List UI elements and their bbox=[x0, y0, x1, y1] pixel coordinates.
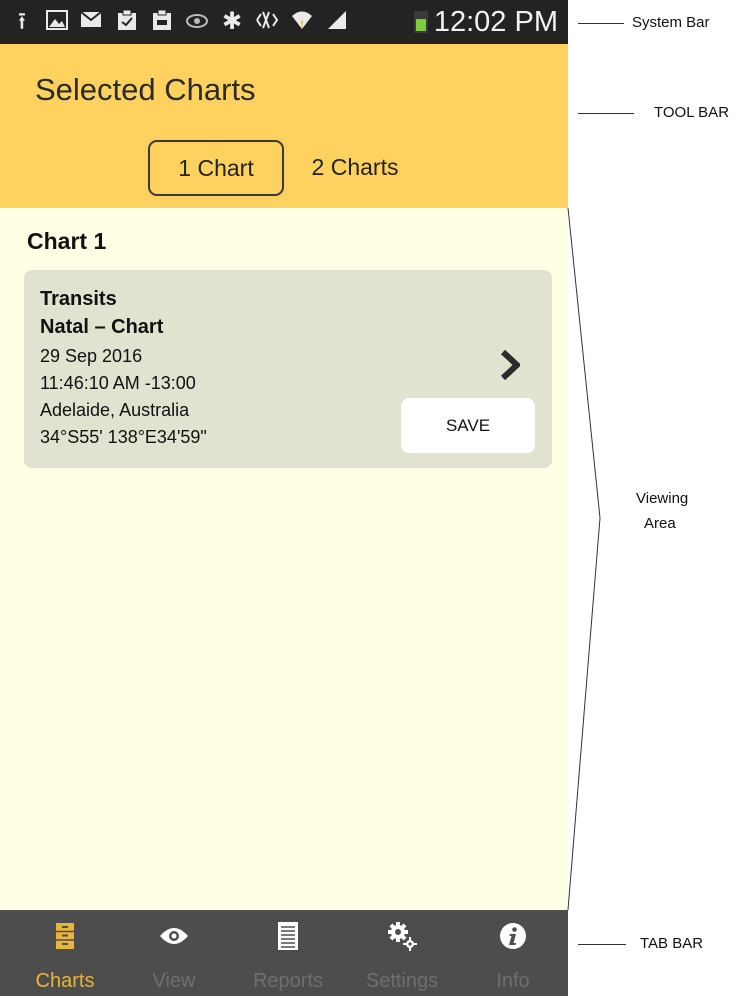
annotation-viewing: Viewing bbox=[636, 490, 689, 507]
annotation-tool-bar: TOOL BAR bbox=[654, 104, 730, 121]
annotation-brackets bbox=[567, 207, 601, 911]
annotation-tab-bar: TAB BAR bbox=[640, 935, 704, 952]
annotation-line-tab-bar bbox=[578, 944, 626, 945]
annotation-line-system-bar bbox=[578, 23, 624, 24]
annotation-system-bar: System Bar bbox=[632, 14, 710, 31]
annotation-line-tool-bar bbox=[578, 113, 634, 114]
annotation-area: Area bbox=[644, 515, 676, 532]
